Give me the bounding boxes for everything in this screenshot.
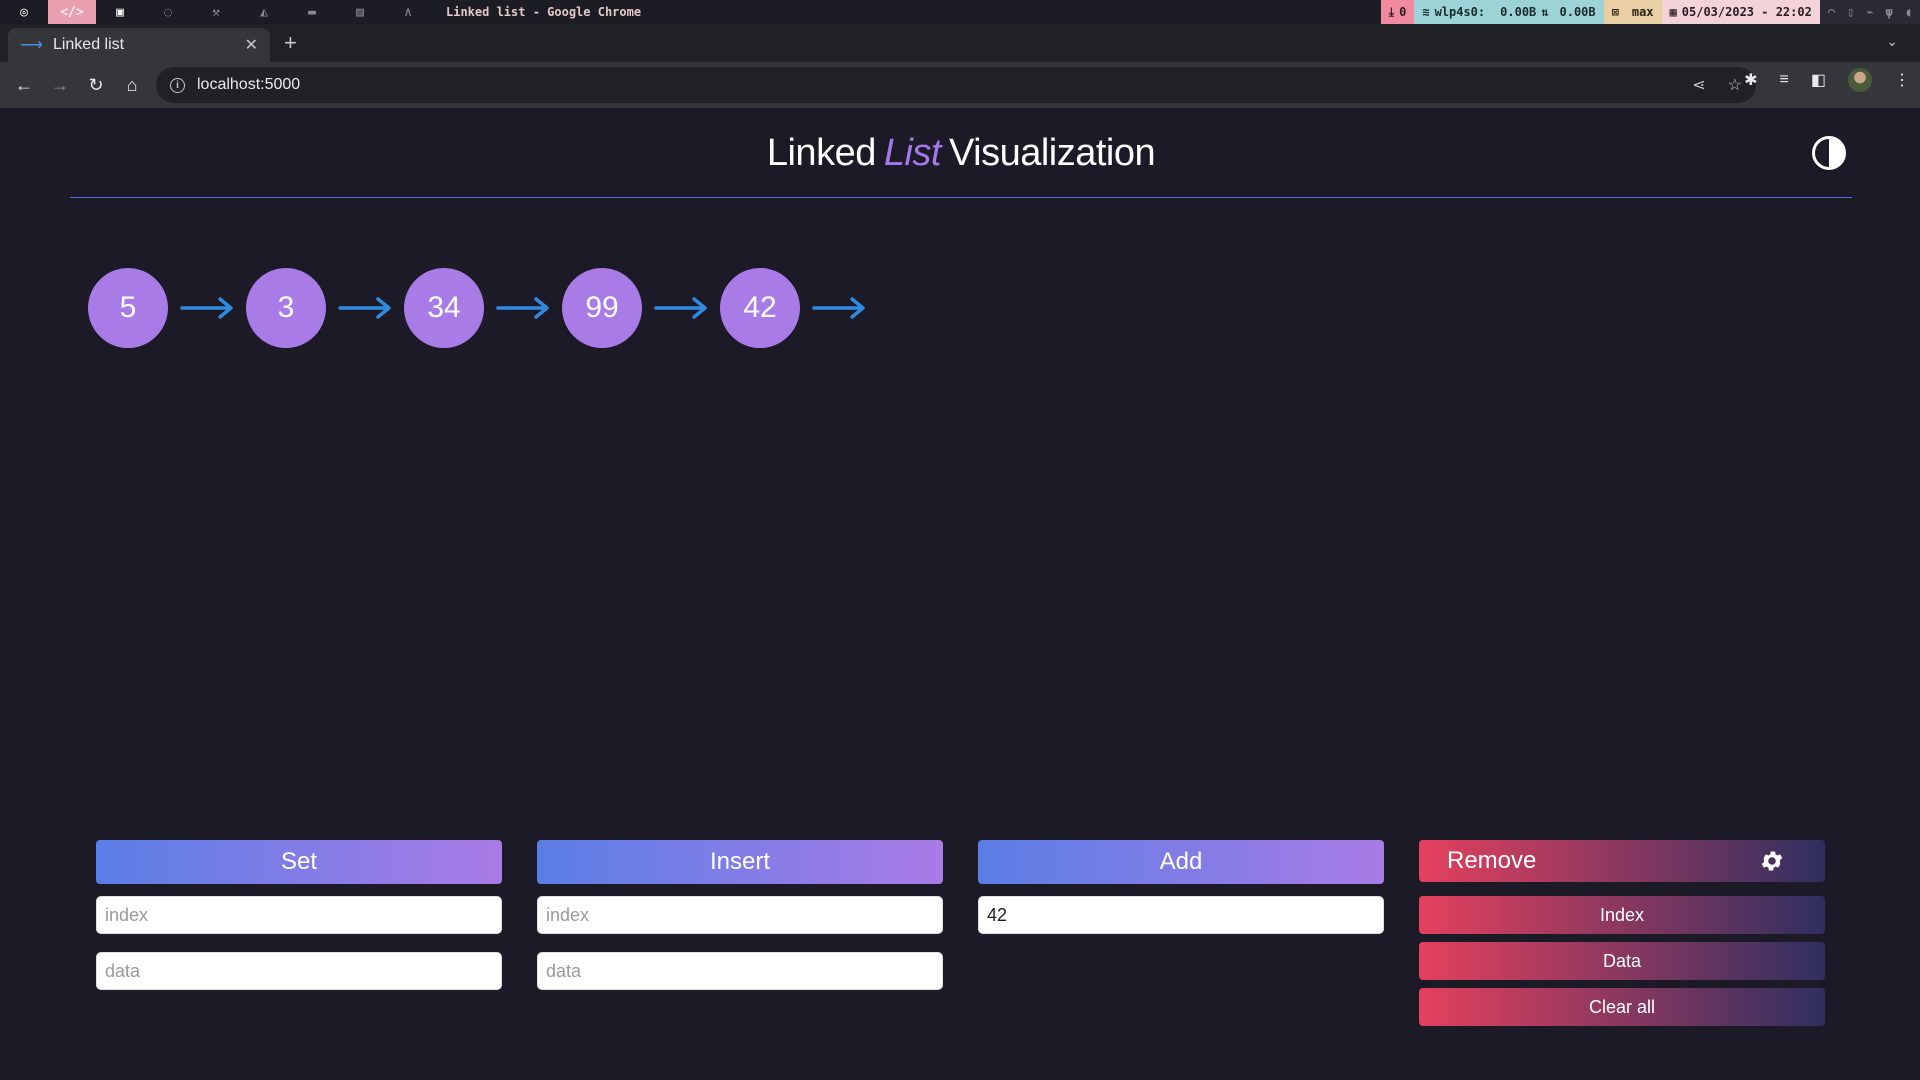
remove-button[interactable]: Remove	[1419, 840, 1825, 882]
add-value-input[interactable]	[978, 896, 1384, 934]
tray: ◠ ▯ ⌁ ψ ◖	[1819, 0, 1920, 24]
battery-icon[interactable]: ▯	[1847, 5, 1854, 19]
next-arrow-icon	[800, 296, 878, 320]
layout-indicator[interactable]: ⊠ max	[1603, 0, 1662, 24]
menu-kebab-icon[interactable]: ⋮	[1894, 70, 1910, 90]
clear-all-button[interactable]: Clear all	[1419, 988, 1825, 1026]
list-node: 3	[246, 268, 326, 348]
page-header: Linked List Visualization	[70, 108, 1852, 198]
workspace-arch-icon[interactable]: ∧	[384, 0, 432, 24]
tab-search-chevron-icon[interactable]: ⌄	[1886, 33, 1898, 50]
workspace-files-icon[interactable]: ▬	[288, 0, 336, 24]
list-node: 34	[404, 268, 484, 348]
clock: ▦ 05/03/2023 - 22:02	[1661, 0, 1820, 24]
remove-label: Remove	[1447, 847, 1537, 874]
network-indicator: ≋ wlp4s0: 0.00B ⇅ 0.00B	[1414, 0, 1604, 24]
site-info-icon[interactable]: i	[170, 77, 185, 93]
list-node: 99	[562, 268, 642, 348]
net-up: 0.00B	[1559, 5, 1596, 19]
calendar-icon: ▦	[1669, 5, 1677, 19]
media-queue-icon[interactable]: ≡	[1780, 71, 1789, 89]
usb-icon[interactable]: ψ	[1886, 5, 1893, 19]
workspace-browser-icon[interactable]: ◌	[144, 0, 192, 24]
workspace-tools-icon[interactable]: ⚒	[192, 0, 240, 24]
tab-linked-list[interactable]: ⟶ Linked list ✕	[8, 28, 270, 62]
insert-index-input[interactable]	[537, 896, 943, 934]
insert-group: Insert	[537, 840, 943, 990]
remove-group: Remove Index Data Clear all	[1419, 840, 1825, 1026]
add-group: Add	[978, 840, 1384, 934]
wifi-signal-icon: ≋	[1422, 5, 1430, 19]
workspace-code-icon[interactable]: </>	[48, 0, 96, 24]
url-text: localhost:5000	[197, 76, 301, 93]
home-icon[interactable]: ⌂	[114, 67, 150, 103]
next-arrow-icon	[168, 296, 246, 320]
side-panel-icon[interactable]: ◧	[1811, 70, 1826, 90]
list-node: 42	[720, 268, 800, 348]
list-node: 5	[88, 268, 168, 348]
workspace-terminal-icon[interactable]: ▣	[96, 0, 144, 24]
volume-icon[interactable]: ◖	[1905, 5, 1912, 19]
page-title: Linked List Visualization	[766, 132, 1156, 174]
share-icon[interactable]: ⋖	[1692, 75, 1705, 95]
set-index-input[interactable]	[96, 896, 502, 934]
next-arrow-icon	[484, 296, 562, 320]
workspace-images-icon[interactable]: ▨	[336, 0, 384, 24]
insert-button[interactable]: Insert	[537, 840, 943, 884]
wifi-icon[interactable]: ◠	[1828, 5, 1835, 19]
tab-strip: ⟶ Linked list ✕ + ⌄	[0, 24, 1920, 62]
linked-list: 5 3 34 99 42	[88, 268, 878, 348]
back-icon[interactable]: ←	[6, 67, 42, 103]
layout-icon: ⊠	[1611, 5, 1619, 19]
new-tab-icon[interactable]: +	[284, 32, 297, 54]
address-bar[interactable]: i localhost:5000 ⋖ ☆	[156, 67, 1756, 103]
up-down-arrows-icon: ⇅	[1541, 5, 1549, 19]
remove-by-index-button[interactable]: Index	[1419, 896, 1825, 934]
close-tab-icon[interactable]: ✕	[245, 35, 258, 55]
set-button[interactable]: Set	[96, 840, 502, 884]
downloads-indicator: ⤓ 0	[1380, 0, 1415, 24]
next-arrow-icon	[326, 296, 404, 320]
tab-title: Linked list	[52, 36, 125, 53]
set-data-input[interactable]	[96, 952, 502, 990]
window-title: Linked list - Google Chrome	[446, 5, 642, 19]
download-icon: ⤓	[1388, 4, 1395, 19]
extensions-icon[interactable]: ✱	[1744, 70, 1757, 90]
page-content: LinkedListVisualization 53 34 99 42 Set Ins…	[0, 108, 1920, 1080]
network-iface: wlp4s0:	[1434, 5, 1486, 19]
insert-data-input[interactable]	[537, 952, 943, 990]
reload-icon[interactable]: ↻	[78, 67, 114, 103]
set-group: Set	[96, 840, 502, 990]
forward-icon[interactable]: →	[42, 67, 78, 103]
net-down: 0.00B	[1500, 5, 1537, 19]
theme-toggle-icon[interactable]	[1812, 136, 1846, 170]
settings-gear-icon[interactable]	[1759, 848, 1785, 874]
remove-by-data-button[interactable]: Data	[1419, 942, 1825, 980]
arrow-favicon-icon: ⟶	[20, 37, 43, 54]
next-arrow-icon	[642, 296, 720, 320]
add-button[interactable]: Add	[978, 840, 1384, 884]
system-bar: ◎ </> ▣ ◌ ⚒ ◭ ▬ ▨ ∧ Linked list - Google…	[0, 0, 1920, 24]
distro-logo-icon[interactable]: ◎	[0, 0, 48, 24]
workspace-docker-icon[interactable]: ◭	[240, 0, 288, 24]
plug-icon[interactable]: ⌁	[1866, 5, 1873, 19]
bookmark-star-icon[interactable]: ☆	[1728, 75, 1742, 95]
browser-toolbar: ← → ↻ ⌂ i localhost:5000 ⋖ ☆ ✱ ≡ ◧ ⋮	[0, 62, 1920, 108]
profile-avatar[interactable]	[1848, 68, 1872, 92]
